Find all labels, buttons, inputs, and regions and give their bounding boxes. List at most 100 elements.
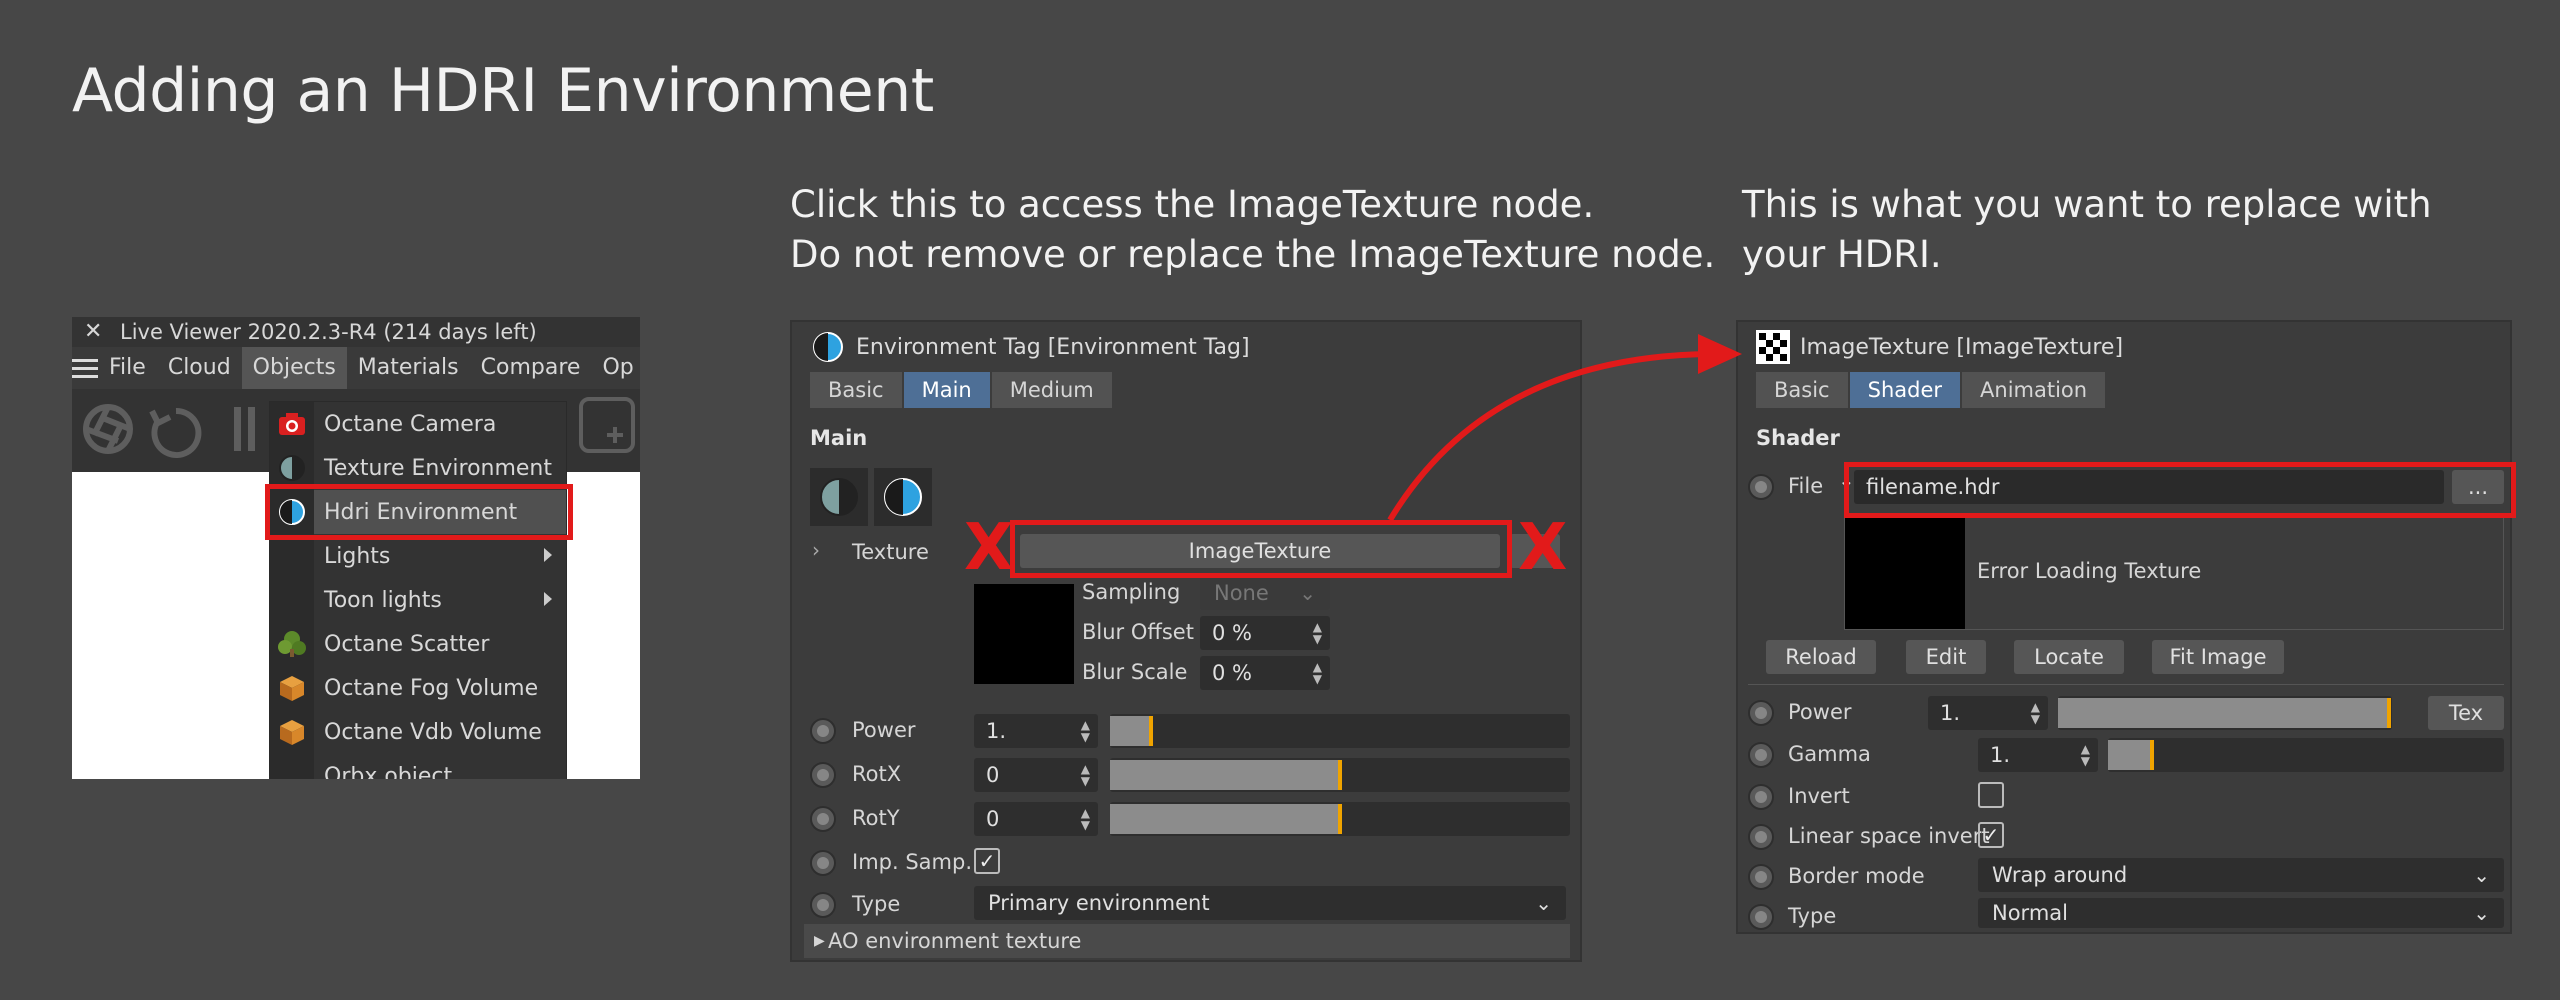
roty-slider[interactable]: [1110, 802, 1570, 836]
animate-radio-icon[interactable]: [1748, 784, 1774, 810]
fit-image-button[interactable]: Fit Image: [2152, 640, 2284, 674]
power-slider[interactable]: [2058, 696, 2392, 730]
spinner-icon[interactable]: ▲ ▼: [1081, 763, 1090, 787]
slider-handle[interactable]: [1149, 716, 1154, 746]
power-field[interactable]: 1. ▲ ▼: [974, 714, 1098, 748]
menu-options[interactable]: Op: [591, 347, 640, 389]
tab-basic[interactable]: Basic: [1756, 372, 1848, 408]
expand-chevron-icon[interactable]: ›: [812, 538, 820, 562]
power-label: Power: [1788, 700, 1852, 724]
camera-icon: [270, 402, 314, 446]
animate-radio-icon[interactable]: [810, 718, 836, 744]
power-label: Power: [852, 718, 916, 742]
power-field[interactable]: 1. ▲ ▼: [1928, 696, 2048, 730]
spinner-icon[interactable]: ▲ ▼: [1313, 661, 1322, 685]
refresh-icon[interactable]: [149, 407, 202, 458]
menu-cloud[interactable]: Cloud: [157, 347, 242, 389]
blur-offset-field[interactable]: 0 % ▲ ▼: [1200, 616, 1330, 650]
pause-icon[interactable]: [234, 407, 255, 451]
menu-file[interactable]: File: [98, 347, 157, 389]
edit-button[interactable]: Edit: [1906, 640, 1986, 674]
menu-item-lights[interactable]: Lights: [270, 534, 566, 578]
tab-basic[interactable]: Basic: [810, 372, 902, 408]
menu-objects[interactable]: Objects: [241, 347, 347, 389]
spinner-icon[interactable]: ▲ ▼: [2081, 743, 2090, 767]
slider-handle[interactable]: [2386, 698, 2391, 728]
texture-label: Texture: [852, 540, 929, 564]
hdri-env-mode-button[interactable]: [874, 468, 932, 526]
spinner-icon[interactable]: ▲ ▼: [1313, 621, 1322, 645]
animate-radio-icon[interactable]: [810, 806, 836, 832]
environment-icon: [884, 478, 922, 516]
animate-radio-icon[interactable]: [1748, 864, 1774, 890]
rotx-slider[interactable]: [1110, 758, 1570, 792]
linear-space-invert-checkbox[interactable]: ✓: [1978, 822, 2004, 848]
slider-handle[interactable]: [1338, 804, 1342, 834]
slider-handle[interactable]: [1338, 760, 1342, 790]
invert-label: Invert: [1788, 784, 1850, 808]
aperture-icon[interactable]: [83, 404, 133, 454]
sampling-select[interactable]: None ⌄: [1200, 576, 1330, 610]
spinner-icon[interactable]: ▲ ▼: [1081, 719, 1090, 743]
type-select[interactable]: Normal ⌄: [1978, 898, 2504, 928]
environment-icon: [820, 478, 858, 516]
texture-preview-area: Error Loading Texture: [1844, 516, 2504, 630]
close-icon[interactable]: ✕: [84, 317, 102, 347]
expand-triangle-icon: ▶: [814, 933, 825, 949]
spinner-icon[interactable]: ▲ ▼: [1081, 807, 1090, 831]
menu-item-toon-lights[interactable]: Toon lights: [270, 578, 566, 622]
type-value: Primary environment: [988, 891, 1210, 915]
chevron-down-icon: ⌄: [1299, 581, 1316, 605]
tab-animation[interactable]: Animation: [1962, 372, 2106, 408]
menu-item-octane-camera[interactable]: Octane Camera: [270, 402, 566, 446]
chevron-down-icon: ⌄: [1535, 891, 1552, 915]
animate-radio-icon[interactable]: [810, 850, 836, 876]
animate-radio-icon[interactable]: [1748, 700, 1774, 726]
menu-compare[interactable]: Compare: [470, 347, 592, 389]
menu-item-octane-scatter[interactable]: Octane Scatter: [270, 622, 566, 666]
ao-group-header[interactable]: ▶ AO environment texture: [804, 924, 1570, 958]
animate-radio-icon[interactable]: [810, 892, 836, 918]
file-label: File: [1788, 474, 1824, 498]
menu-item-label: Orbx object: [324, 763, 453, 780]
menu-item-orbx-object[interactable]: Orbx object: [270, 754, 566, 779]
image-texture-panel: ImageTexture [ImageTexture] Basic Shader…: [1736, 320, 2512, 934]
reload-button[interactable]: Reload: [1766, 640, 1876, 674]
hamburger-menu-icon[interactable]: [72, 358, 98, 378]
chevron-down-icon: ⌄: [2473, 901, 2490, 925]
blur-offset-label: Blur Offset: [1082, 620, 1194, 644]
menu-item-label: Lights: [324, 543, 391, 569]
slider-handle[interactable]: [2149, 740, 2154, 770]
invert-checkbox[interactable]: [1978, 782, 2004, 808]
menu-item-octane-fog-volume[interactable]: Octane Fog Volume: [270, 666, 566, 710]
blur-scale-field[interactable]: 0 % ▲ ▼: [1200, 656, 1330, 690]
gamma-slider[interactable]: [2108, 738, 2504, 772]
menu-materials[interactable]: Materials: [347, 347, 470, 389]
menu-item-octane-vdb-volume[interactable]: Octane Vdb Volume: [270, 710, 566, 754]
border-mode-select[interactable]: Wrap around ⌄: [1978, 858, 2504, 892]
spinner-icon[interactable]: ▲ ▼: [2031, 701, 2040, 725]
texture-env-mode-button[interactable]: [810, 468, 868, 526]
animate-radio-icon[interactable]: [1748, 824, 1774, 850]
env-mode-buttons: [810, 468, 932, 526]
animate-radio-icon[interactable]: [1748, 904, 1774, 930]
chevron-down-icon: ⌄: [2473, 863, 2490, 887]
type-select[interactable]: Primary environment ⌄: [974, 886, 1566, 920]
gamma-field[interactable]: 1. ▲ ▼: [1978, 738, 2098, 772]
animate-radio-icon[interactable]: [1748, 742, 1774, 768]
tab-main[interactable]: Main: [903, 372, 990, 408]
menu-item-label: Octane Fog Volume: [324, 675, 539, 701]
add-region-icon[interactable]: [577, 395, 637, 455]
imp-samp-checkbox[interactable]: ✓: [974, 848, 1000, 874]
roty-field[interactable]: 0 ▲ ▼: [974, 802, 1098, 836]
animate-radio-icon[interactable]: [810, 762, 836, 788]
rotx-field[interactable]: 0 ▲ ▼: [974, 758, 1098, 792]
tab-medium[interactable]: Medium: [991, 372, 1112, 408]
roty-label: RotY: [852, 806, 900, 830]
power-slider[interactable]: [1110, 714, 1570, 748]
locate-button[interactable]: Locate: [2014, 640, 2124, 674]
tab-shader[interactable]: Shader: [1849, 372, 1961, 408]
tex-button[interactable]: Tex: [2428, 696, 2504, 730]
menu-item-label: Octane Scatter: [324, 631, 490, 657]
page-title: Adding an HDRI Environment: [72, 56, 934, 126]
